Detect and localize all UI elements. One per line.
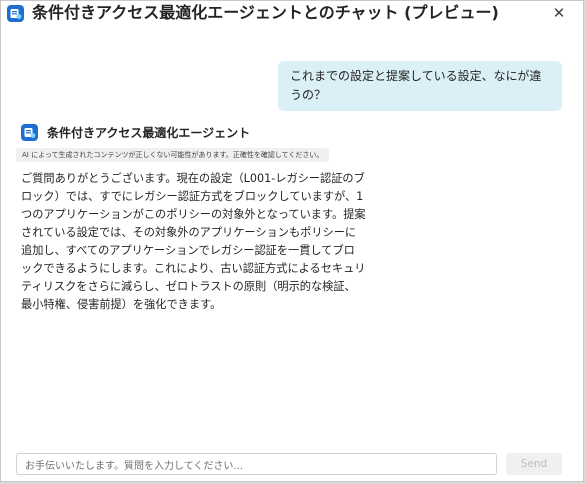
dialog-title: 条件付きアクセス最適化エージェントとのチャット (プレビュー) (32, 3, 499, 22)
agent-response: ご質問ありがとうございます。現在の設定（L001-レガシー認証のブロック）では、… (21, 172, 366, 311)
agent-app-icon (7, 5, 24, 22)
close-icon[interactable]: ✕ (549, 3, 569, 23)
chat-input[interactable] (17, 456, 496, 477)
send-button[interactable]: Send (506, 453, 562, 475)
ai-disclaimer-badge: AI によって生成されたコンテンツが正しくない可能性があります。正確性を確認して… (16, 148, 330, 162)
dialog-header: 条件付きアクセス最適化エージェントとのチャット (プレビュー) ✕ (7, 2, 583, 26)
agent-name: 条件付きアクセス最適化エージェント (47, 126, 251, 140)
chat-dialog: 条件付きアクセス最適化エージェントとのチャット (プレビュー) ✕ これまでの設… (0, 0, 584, 482)
chat-input-container (16, 453, 497, 477)
user-message: これまでの設定と提案している設定、なにが違うの？ (278, 61, 562, 111)
agent-avatar-icon (21, 124, 38, 141)
